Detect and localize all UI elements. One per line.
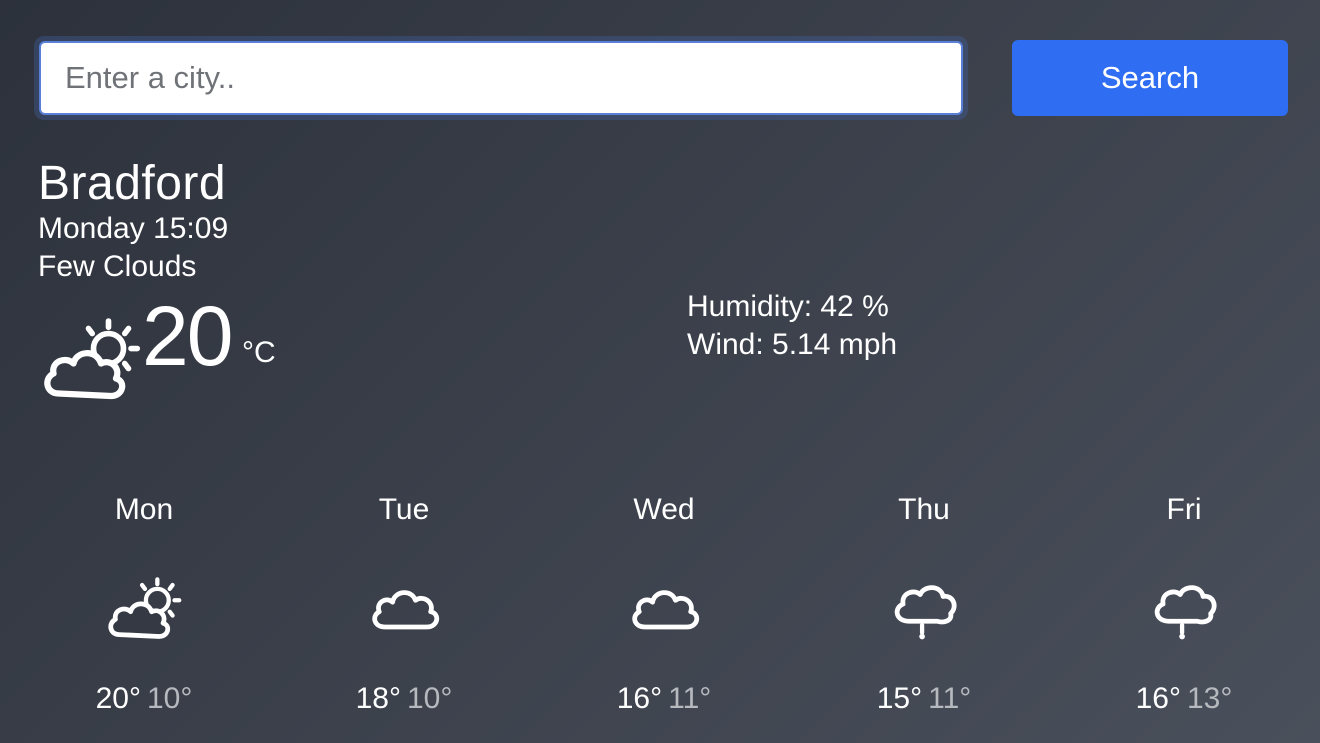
partly-cloudy-icon: [36, 306, 146, 406]
forecast-low: 10°: [147, 682, 193, 715]
temperature-unit: °C: [242, 336, 276, 369]
wind-readout: Wind: 5.14 mph: [687, 328, 898, 361]
forecast-temps: 16° 13°: [1054, 682, 1314, 716]
cloud-icon: [624, 566, 704, 646]
forecast-day-name: Fri: [1166, 493, 1202, 526]
forecast-low: 11°: [668, 682, 712, 715]
humidity-readout: Humidity: 42 %: [687, 290, 889, 323]
city-name: Bradford: [38, 157, 227, 210]
forecast-day-name: Thu: [898, 493, 950, 526]
forecast-day: Thu 15° 11°: [794, 490, 1054, 716]
current-temperature: 20: [142, 289, 233, 383]
forecast-low: 10°: [407, 682, 453, 715]
forecast-high: 18°: [355, 682, 401, 715]
forecast-row: Mon 20° 10° Tue 18° 10° Wed 16° 11° Thu 15°…: [14, 490, 1314, 715]
partly-cloudy-icon: [104, 566, 184, 646]
weather-details: Humidity: 42 % Wind: 5.14 mph: [687, 288, 897, 364]
forecast-high: 16°: [616, 682, 663, 715]
current-datetime: Monday 15:09: [38, 212, 229, 245]
search-input-focus-ring: [34, 36, 968, 120]
forecast-day: Fri 16° 13°: [1054, 490, 1314, 716]
forecast-low: 11°: [928, 682, 972, 715]
forecast-high: 20°: [95, 682, 141, 715]
forecast-temps: 15° 11°: [794, 682, 1054, 716]
forecast-day: Wed 16° 11°: [534, 490, 794, 716]
search-button[interactable]: Search: [1012, 40, 1288, 116]
cloud-icon: [364, 566, 444, 646]
forecast-temps: 18° 10°: [274, 682, 534, 716]
forecast-day-name: Tue: [378, 493, 430, 526]
forecast-day-name: Wed: [633, 493, 695, 526]
forecast-high: 15°: [876, 682, 923, 715]
rain-cloud-icon: [884, 566, 964, 646]
search-bar: Search: [34, 36, 1290, 120]
forecast-low: 13°: [1187, 682, 1233, 715]
forecast-temps: 16° 11°: [534, 682, 794, 716]
forecast-day: Mon 20° 10°: [14, 490, 274, 716]
forecast-day-name: Mon: [114, 493, 174, 526]
city-search-input[interactable]: [39, 41, 963, 115]
forecast-high: 16°: [1135, 682, 1181, 715]
rain-cloud-icon: [1144, 566, 1224, 646]
weather-condition: Few Clouds: [38, 250, 197, 283]
forecast-temps: 20° 10°: [14, 682, 274, 716]
forecast-day: Tue 18° 10°: [274, 490, 534, 716]
